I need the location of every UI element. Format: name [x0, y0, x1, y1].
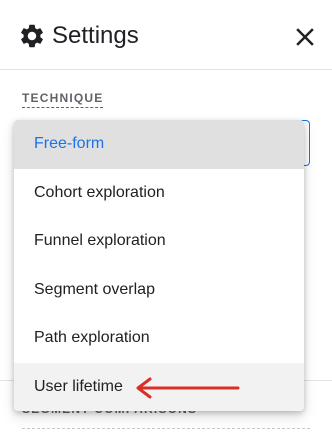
menu-item-label: User lifetime: [34, 377, 123, 395]
technique-label: TECHNIQUE: [22, 91, 104, 108]
menu-item-funnel-exploration[interactable]: Funnel exploration: [14, 217, 304, 266]
gear-icon: [21, 24, 43, 48]
page-title: Settings: [52, 22, 139, 49]
menu-item-cohort-exploration[interactable]: Cohort exploration: [14, 169, 304, 218]
menu-item-label: Funnel exploration: [34, 232, 166, 250]
technique-dropdown-menu: Free-form Cohort exploration Funnel expl…: [14, 120, 304, 411]
menu-item-free-form[interactable]: Free-form: [14, 120, 304, 169]
close-icon[interactable]: [290, 22, 320, 52]
segment-drop-zone: [22, 428, 310, 429]
annotation-arrow-icon: [136, 377, 240, 399]
panel-header: Settings: [0, 0, 332, 70]
menu-item-label: Free-form: [34, 135, 105, 153]
settings-panel: Settings TECHNIQUE SEGMENT COMPARISONS F…: [0, 0, 332, 432]
menu-item-label: Segment overlap: [34, 280, 155, 298]
menu-item-segment-overlap[interactable]: Segment overlap: [14, 266, 304, 315]
menu-item-label: Cohort exploration: [34, 183, 165, 201]
menu-item-path-exploration[interactable]: Path exploration: [14, 314, 304, 363]
menu-item-label: Path exploration: [34, 329, 150, 347]
